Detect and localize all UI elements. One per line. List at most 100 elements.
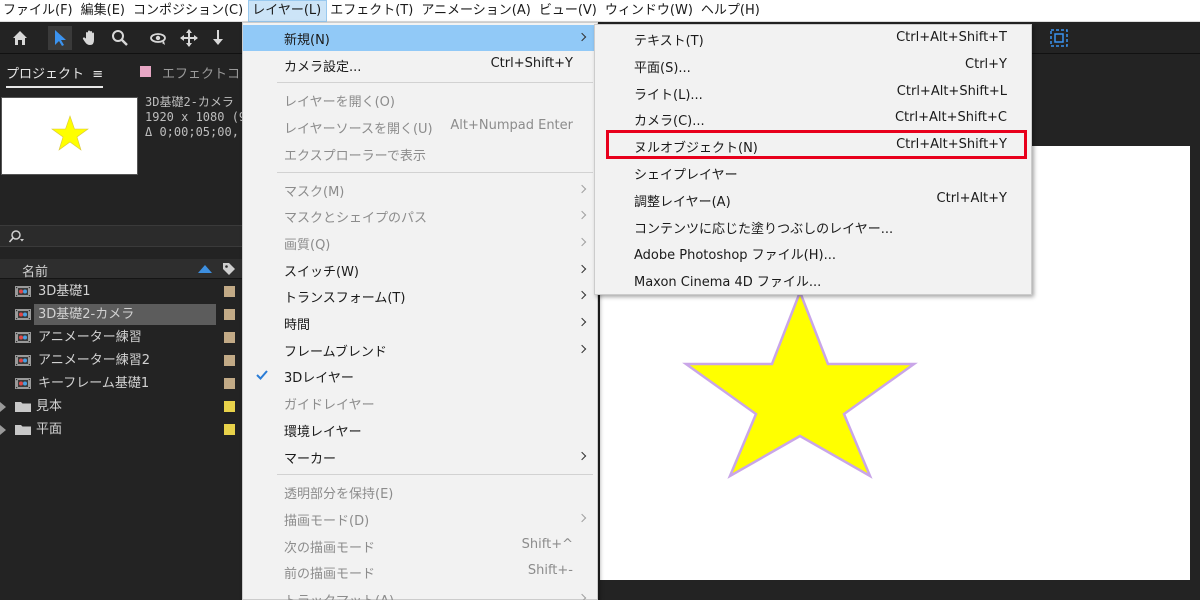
panel-menu-icon[interactable]: ≡ <box>92 67 103 82</box>
list-item-label: 3D基礎1 <box>38 284 91 299</box>
new-submenu-item[interactable]: ライト(L)... Ctrl+Alt+Shift+L <box>595 80 1031 106</box>
menu-item-label: トラックマット(A) <box>284 590 394 600</box>
menu-item-label: エクスプローラーで表示 <box>284 148 426 164</box>
new-submenu-item[interactable]: Maxon Cinema 4D ファイル... <box>595 267 1031 293</box>
layer-menu-item[interactable]: トランスフォーム(T) <box>243 283 597 309</box>
list-item[interactable]: アニメーター練習 <box>0 326 242 349</box>
composition-icon <box>15 378 31 389</box>
pan-camera-icon[interactable] <box>177 26 201 50</box>
expand-arrow-icon[interactable] <box>0 425 6 435</box>
list-item[interactable]: アニメーター練習2 <box>0 349 242 372</box>
menu-item-shortcut: Ctrl+Y <box>965 56 1007 72</box>
comp-info-duration: Δ 0;00;05;00, 29. <box>145 125 239 139</box>
label-color-swatch[interactable] <box>224 286 235 297</box>
list-item-label: 3D基礎2-カメラ <box>38 307 135 322</box>
new-submenu-item[interactable]: テキスト(T) Ctrl+Alt+Shift+T <box>595 26 1031 52</box>
menu-view[interactable]: ビュー(V) <box>536 0 602 22</box>
safe-margins-icon[interactable] <box>1048 27 1070 49</box>
menu-bar: ファイル(F) 編集(E) コンポジション(C) レイヤー(L) エフェクト(T) アニメ… <box>0 0 1200 22</box>
layer-menu-item: 透明部分を保持(E) <box>243 479 597 505</box>
menu-item-label: Maxon Cinema 4D ファイル... <box>634 275 822 291</box>
chevron-right-icon <box>577 291 587 300</box>
new-submenu-item[interactable]: Adobe Photoshop ファイル(H)... <box>595 240 1031 266</box>
layer-menu-item: ガイドレイヤー <box>243 390 597 416</box>
list-item[interactable]: キーフレーム基礎1 <box>0 372 242 395</box>
new-submenu-item[interactable]: 調整レイヤー(A) Ctrl+Alt+Y <box>595 187 1031 213</box>
search-icon <box>8 230 24 243</box>
home-icon[interactable] <box>8 26 32 50</box>
project-item-list: 3D基礎1 3D基礎2-カメラアニメーター練習アニメーター練習2 キーフレーム基礎1… <box>0 280 242 441</box>
comp-info: 3D基礎2-カメラ1920 x 1080 (96Δ 0;00;05;00, 29… <box>145 95 242 140</box>
menu-help[interactable]: ヘルプ(H) <box>698 0 765 22</box>
layer-menu-item[interactable]: スイッチ(W) <box>243 257 597 283</box>
menu-effect[interactable]: エフェクト(T) <box>327 0 418 22</box>
label-tag-icon[interactable] <box>222 262 236 276</box>
list-item-label: 平面 <box>36 422 63 437</box>
list-item[interactable]: 3D基礎1 <box>0 280 242 303</box>
layer-menu-item: 描画モード(D) <box>243 506 597 532</box>
menu-item-label: シェイプレイヤー <box>634 168 738 183</box>
list-item[interactable]: 平面 <box>0 418 242 441</box>
layer-menu-item[interactable]: 3Dレイヤー <box>243 363 597 389</box>
menu-composition[interactable]: コンポジション(C) <box>130 0 248 22</box>
label-color-swatch[interactable] <box>224 424 235 435</box>
new-submenu-item[interactable]: シェイプレイヤー <box>595 160 1031 186</box>
column-name-header[interactable]: 名前 <box>22 261 48 280</box>
menu-separator <box>277 474 593 476</box>
menu-item-label: テキスト(T) <box>634 34 704 49</box>
tab-project[interactable]: プロジェクト ≡ <box>6 63 104 88</box>
orbit-camera-icon[interactable] <box>146 26 170 50</box>
menu-item-label: カメラ設定... <box>284 59 362 75</box>
layer-menu-item[interactable]: マーカー <box>243 444 597 470</box>
hand-icon[interactable] <box>78 26 102 50</box>
label-color-swatch[interactable] <box>224 378 235 389</box>
menu-separator <box>277 171 593 173</box>
folder-icon <box>15 425 31 435</box>
null-object-highlight-frame <box>606 130 1027 159</box>
layer-menu-item: レイヤーソースを開く(U) Alt+Numpad Enter <box>243 114 597 140</box>
menu-item-label: 平面(S)... <box>634 60 691 76</box>
new-submenu-item[interactable]: コンテンツに応じた塗りつぶしのレイヤー... <box>595 214 1031 240</box>
menu-item-label: ガイドレイヤー <box>284 398 375 414</box>
effect-label-swatch <box>140 66 151 77</box>
chevron-right-icon <box>577 317 587 327</box>
layer-menu: 新規(N) カメラ設定... Ctrl+Shift+Y レイヤーを開く(O) レイヤーソ… <box>242 22 598 600</box>
label-color-swatch[interactable] <box>224 355 235 366</box>
chevron-right-icon <box>577 184 587 193</box>
new-submenu-item[interactable]: 平面(S)... Ctrl+Y <box>595 53 1031 79</box>
layer-menu-item[interactable]: 環境レイヤー <box>243 417 597 443</box>
tab-effect-controls[interactable]: エフェクトコン <box>162 63 253 82</box>
list-item[interactable]: 見本 <box>0 395 242 418</box>
new-submenu-item[interactable]: カメラ(C)... Ctrl+Alt+Shift+C <box>595 106 1031 132</box>
label-color-swatch[interactable] <box>224 332 235 343</box>
menu-file[interactable]: ファイル(F) <box>0 0 78 22</box>
project-search[interactable] <box>0 225 242 247</box>
layer-menu-item[interactable]: カメラ設定... Ctrl+Shift+Y <box>243 52 597 78</box>
menu-edit[interactable]: 編集(E) <box>78 0 130 22</box>
project-panel: プロジェクト ≡ エフェクトコン 3D基礎2-カメラ1920 x 1080 (9… <box>0 55 253 600</box>
menu-window[interactable]: ウィンドウ(W) <box>602 0 698 22</box>
menu-layer[interactable]: レイヤー(L) <box>248 0 328 22</box>
menu-item-label: 調整レイヤー(A) <box>634 194 731 210</box>
sort-ascending-icon[interactable] <box>198 265 212 273</box>
menu-item-shortcut: Ctrl+Shift+Y <box>490 55 573 71</box>
layer-menu-item[interactable]: 新規(N) <box>243 25 597 51</box>
list-item[interactable]: 3D基礎2-カメラ <box>0 303 242 326</box>
menu-item-label: コンテンツに応じた塗りつぶしのレイヤー... <box>634 221 894 237</box>
menu-animation[interactable]: アニメーション(A) <box>418 0 536 22</box>
label-color-swatch[interactable] <box>224 309 235 320</box>
dolly-camera-icon[interactable] <box>206 26 230 50</box>
list-item-label: アニメーター練習2 <box>38 353 151 368</box>
menu-item-label: Adobe Photoshop ファイル(H)... <box>634 248 837 264</box>
menu-item-label: 画質(Q) <box>284 237 331 253</box>
selection-arrow-icon[interactable] <box>48 26 72 50</box>
layer-menu-item[interactable]: 時間 <box>243 310 597 336</box>
expand-arrow-icon[interactable] <box>0 402 6 412</box>
layer-menu-item[interactable]: フレームブレンド <box>243 337 597 363</box>
chevron-right-icon <box>577 32 587 42</box>
list-item-label: 見本 <box>36 399 63 414</box>
label-color-swatch[interactable] <box>224 401 235 412</box>
layer-menu-item: マスク(M) <box>243 177 597 203</box>
zoom-icon[interactable] <box>108 26 132 50</box>
star-shape[interactable] <box>682 290 918 480</box>
